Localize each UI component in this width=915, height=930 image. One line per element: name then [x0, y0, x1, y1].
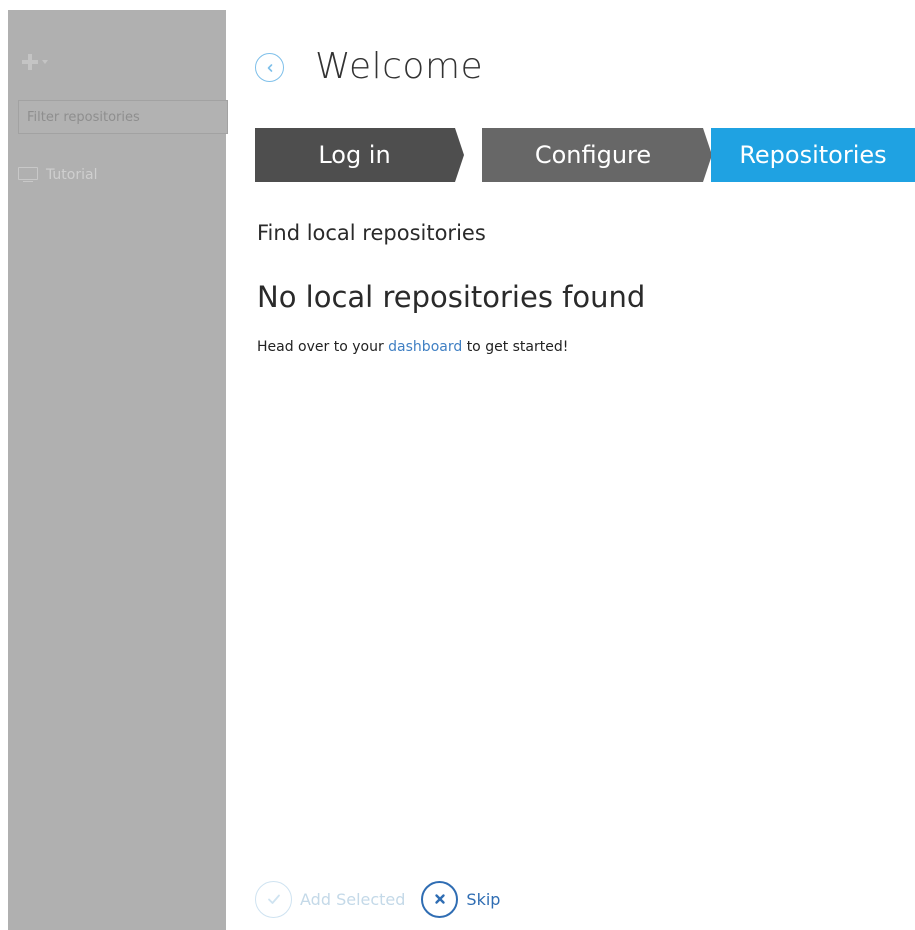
app-window: Tutorial Welcome Log in Configure Reposi…: [8, 10, 915, 930]
plus-icon: [22, 54, 38, 70]
sidebar-item-tutorial[interactable]: Tutorial: [18, 167, 97, 183]
close-icon: [421, 880, 459, 918]
dashboard-link[interactable]: dashboard: [388, 339, 462, 355]
add-repository-button[interactable]: [22, 52, 48, 72]
filter-repositories-input[interactable]: [18, 100, 228, 134]
wizard-steps: Log in Configure Repositories: [255, 128, 915, 182]
skip-button[interactable]: Skip: [421, 880, 501, 918]
step-log-in[interactable]: Log in: [255, 128, 464, 182]
empty-state-title: No local repositories found: [257, 280, 646, 314]
monitor-icon: [18, 167, 38, 183]
hint-prefix: Head over to your: [257, 339, 384, 355]
checkmark-icon: [255, 880, 292, 918]
section-title: Find local repositories: [257, 221, 486, 245]
step-configure[interactable]: Configure: [482, 128, 712, 182]
step-label: Repositories: [739, 141, 887, 169]
chevron-down-icon: [42, 60, 48, 64]
step-label: Configure: [534, 141, 652, 169]
step-label: Log in: [318, 141, 391, 169]
hint-suffix: to get started!: [466, 339, 569, 355]
main-panel: Welcome Log in Configure Repositories Fi…: [226, 10, 915, 930]
back-button[interactable]: [255, 53, 284, 82]
add-selected-button[interactable]: Add Selected: [255, 880, 406, 918]
sidebar-item-label: Tutorial: [46, 167, 98, 183]
chevron-left-icon: [267, 63, 272, 72]
sidebar: Tutorial: [8, 10, 228, 930]
page-title: Welcome: [315, 46, 484, 87]
step-repositories[interactable]: Repositories: [711, 128, 915, 182]
skip-label: Skip: [466, 889, 501, 909]
empty-state-hint: Head over to your dashboard to get start…: [257, 339, 568, 355]
action-bar: Add Selected Skip: [255, 872, 500, 926]
add-selected-label: Add Selected: [300, 889, 406, 909]
